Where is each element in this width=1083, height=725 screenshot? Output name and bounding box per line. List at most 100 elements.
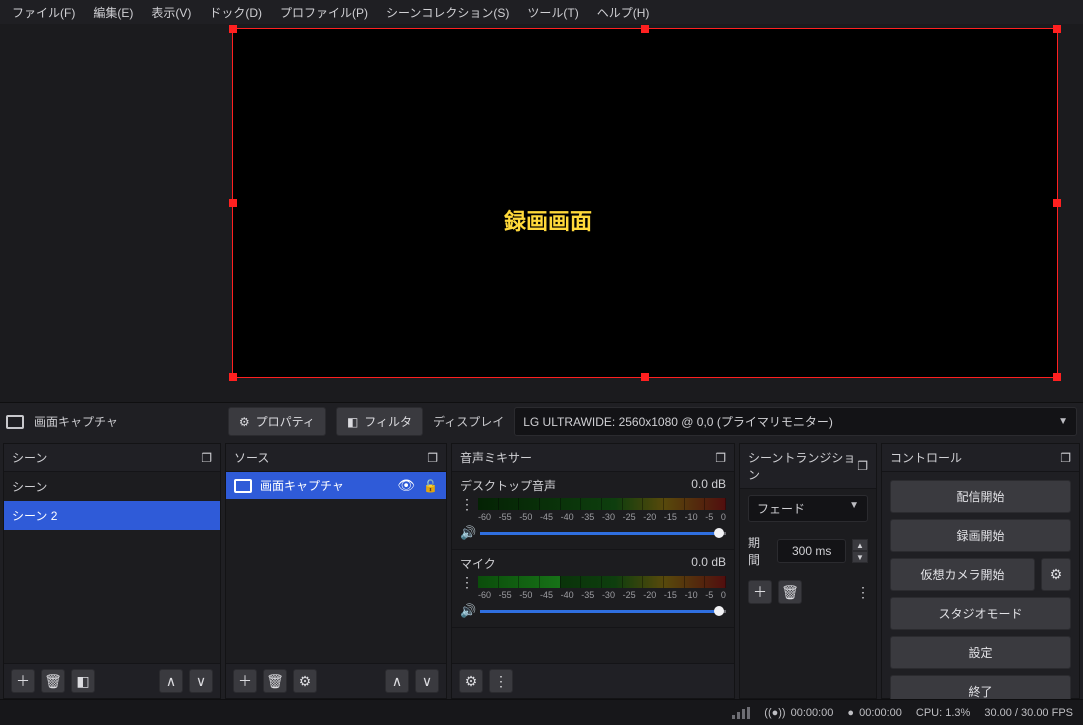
start-recording-button[interactable]: 録画開始 — [890, 519, 1071, 552]
duration-down-button[interactable]: ▼ — [852, 551, 868, 563]
remove-source-button[interactable]: 🗑 — [263, 669, 287, 693]
add-scene-button[interactable]: ＋ — [11, 669, 35, 693]
add-source-button[interactable]: ＋ — [233, 669, 257, 693]
move-scene-up-button[interactable]: ∧ — [159, 669, 183, 693]
resize-handle[interactable] — [1053, 373, 1061, 381]
filters-icon: ◧ — [347, 415, 358, 429]
record-time: 00:00:00 — [859, 707, 902, 719]
mixer-channel: マイク 0.0 dB ⋮ -60-55-50-45-40-35-30-25-20… — [452, 550, 734, 628]
source-toolbar: 画面キャプチャ ⚙ プロパティ ◧ フィルタ ディスプレイ LG ULTRAWI… — [0, 402, 1083, 440]
resize-handle[interactable] — [229, 373, 237, 381]
popout-icon[interactable]: ❐ — [1060, 451, 1071, 465]
mute-toggle[interactable]: 🔊 — [460, 525, 474, 541]
resize-handle[interactable] — [229, 199, 237, 207]
menu-edit[interactable]: 編集(E) — [85, 0, 141, 25]
level-meter — [478, 576, 726, 588]
menu-bar: ファイル(F) 編集(E) 表示(V) ドック(D) プロファイル(P) シーン… — [0, 0, 1083, 24]
volume-slider[interactable] — [480, 526, 726, 540]
advanced-audio-button[interactable]: ⚙ — [459, 669, 483, 693]
menu-profile[interactable]: プロファイル(P) — [272, 0, 376, 25]
channel-menu-button[interactable]: ⋮ — [460, 499, 472, 509]
visibility-toggle[interactable]: 👁 — [397, 477, 415, 494]
transitions-title: シーントランジション — [748, 449, 857, 483]
display-select-value: LG ULTRAWIDE: 2560x1080 @ 0,0 (プライマリモニター… — [523, 413, 833, 430]
audio-mixer-dock: 音声ミキサー ❐ デスクトップ音声 0.0 dB ⋮ -60-55-50- — [451, 443, 735, 699]
live-indicator: ((●)) 00:00:00 — [764, 707, 833, 719]
selected-source-name: 画面キャプチャ — [34, 413, 118, 430]
scenes-title: シーン — [12, 449, 47, 466]
scene-item[interactable]: シーン 2 — [4, 501, 220, 530]
source-properties-button[interactable]: ⚙ — [293, 669, 317, 693]
sources-dock: ソース ❐ 画面キャプチャ 👁 🔓 ＋ 🗑 ⚙ ∧ ∨ — [225, 443, 447, 699]
menu-help[interactable]: ヘルプ(H) — [589, 0, 658, 25]
start-virtual-cam-button[interactable]: 仮想カメラ開始 — [890, 558, 1035, 591]
menu-dock[interactable]: ドック(D) — [201, 0, 270, 25]
transition-menu-button[interactable]: ⋮ — [856, 587, 868, 597]
controls-dock: コントロール ❐ 配信開始 録画開始 仮想カメラ開始 ⚙ スタジオモード 設定 … — [881, 443, 1080, 699]
popout-icon[interactable]: ❐ — [201, 451, 212, 465]
filters-label: フィルタ — [364, 413, 412, 430]
mute-toggle[interactable]: 🔊 — [460, 603, 474, 619]
mixer-title: 音声ミキサー — [460, 449, 532, 466]
fps-counter: 30.00 / 30.00 FPS — [984, 707, 1073, 719]
live-time: 00:00:00 — [791, 707, 834, 719]
move-source-down-button[interactable]: ∨ — [415, 669, 439, 693]
cpu-usage: CPU: 1.3% — [916, 707, 970, 719]
menu-scene-collection[interactable]: シーンコレクション(S) — [378, 0, 517, 25]
controls-title: コントロール — [890, 449, 962, 466]
menu-file[interactable]: ファイル(F) — [4, 0, 83, 25]
selection-bounding-box[interactable] — [232, 28, 1058, 378]
network-bars-icon — [732, 707, 750, 719]
channel-menu-button[interactable]: ⋮ — [460, 577, 472, 587]
resize-handle[interactable] — [1053, 199, 1061, 207]
popout-icon[interactable]: ❐ — [715, 451, 726, 465]
source-item[interactable]: 画面キャプチャ 👁 🔓 — [226, 472, 446, 499]
preview-annotation-text: 録画画面 — [504, 204, 592, 236]
resize-handle[interactable] — [229, 25, 237, 33]
display-capture-icon — [6, 415, 24, 429]
sources-title: ソース — [234, 449, 269, 466]
status-bar: ((●)) 00:00:00 ● 00:00:00 CPU: 1.3% 30.0… — [0, 699, 1083, 725]
mixer-menu-button[interactable]: ⋮ — [489, 669, 513, 693]
settings-button[interactable]: 設定 — [890, 636, 1071, 669]
display-label: ディスプレイ — [433, 413, 504, 430]
popout-icon[interactable]: ❐ — [427, 451, 438, 465]
remove-transition-button[interactable]: 🗑 — [778, 580, 802, 604]
move-source-up-button[interactable]: ∧ — [385, 669, 409, 693]
chevron-down-icon: ▼ — [1058, 416, 1068, 427]
record-indicator: ● 00:00:00 — [847, 707, 901, 719]
studio-mode-button[interactable]: スタジオモード — [890, 597, 1071, 630]
scenes-dock: シーン ❐ シーン シーン 2 ＋ 🗑 ◧ ∧ ∨ — [3, 443, 221, 699]
move-scene-down-button[interactable]: ∨ — [189, 669, 213, 693]
duration-label: 期間 — [748, 534, 771, 568]
menu-tools[interactable]: ツール(T) — [519, 0, 586, 25]
resize-handle[interactable] — [641, 373, 649, 381]
lock-toggle[interactable]: 🔓 — [423, 479, 438, 493]
mixer-body: デスクトップ音声 0.0 dB ⋮ -60-55-50-45-40-35-30-… — [452, 472, 734, 663]
scene-filters-button[interactable]: ◧ — [71, 669, 95, 693]
resize-handle[interactable] — [1053, 25, 1061, 33]
meter-scale: -60-55-50-45-40-35-30-25-20-15-10-50 — [478, 512, 726, 522]
filters-button[interactable]: ◧ フィルタ — [336, 407, 423, 436]
virtual-cam-settings-button[interactable]: ⚙ — [1041, 558, 1071, 591]
display-select[interactable]: LG ULTRAWIDE: 2560x1080 @ 0,0 (プライマリモニター… — [514, 407, 1077, 436]
preview-area[interactable]: 録画画面 — [0, 24, 1083, 402]
scenes-list[interactable]: シーン シーン 2 — [4, 472, 220, 663]
menu-view[interactable]: 表示(V) — [143, 0, 199, 25]
level-meter — [478, 498, 726, 510]
source-item-label: 画面キャプチャ — [260, 477, 344, 494]
sources-list[interactable]: 画面キャプチャ 👁 🔓 — [226, 472, 446, 663]
transitions-dock: シーントランジション ❐ フェード ▼ 期間 300 ms ▲ ▼ ＋ 🗑 — [739, 443, 877, 699]
start-streaming-button[interactable]: 配信開始 — [890, 480, 1071, 513]
transition-select[interactable]: フェード ▼ — [748, 495, 868, 522]
duration-up-button[interactable]: ▲ — [852, 539, 868, 551]
popout-icon[interactable]: ❐ — [857, 459, 868, 473]
add-transition-button[interactable]: ＋ — [748, 580, 772, 604]
resize-handle[interactable] — [641, 25, 649, 33]
duration-spinbox[interactable]: 300 ms — [777, 539, 846, 563]
channel-name: マイク — [460, 555, 496, 572]
properties-button[interactable]: ⚙ プロパティ — [228, 407, 326, 436]
volume-slider[interactable] — [480, 604, 726, 618]
scene-item[interactable]: シーン — [4, 472, 220, 501]
remove-scene-button[interactable]: 🗑 — [41, 669, 65, 693]
